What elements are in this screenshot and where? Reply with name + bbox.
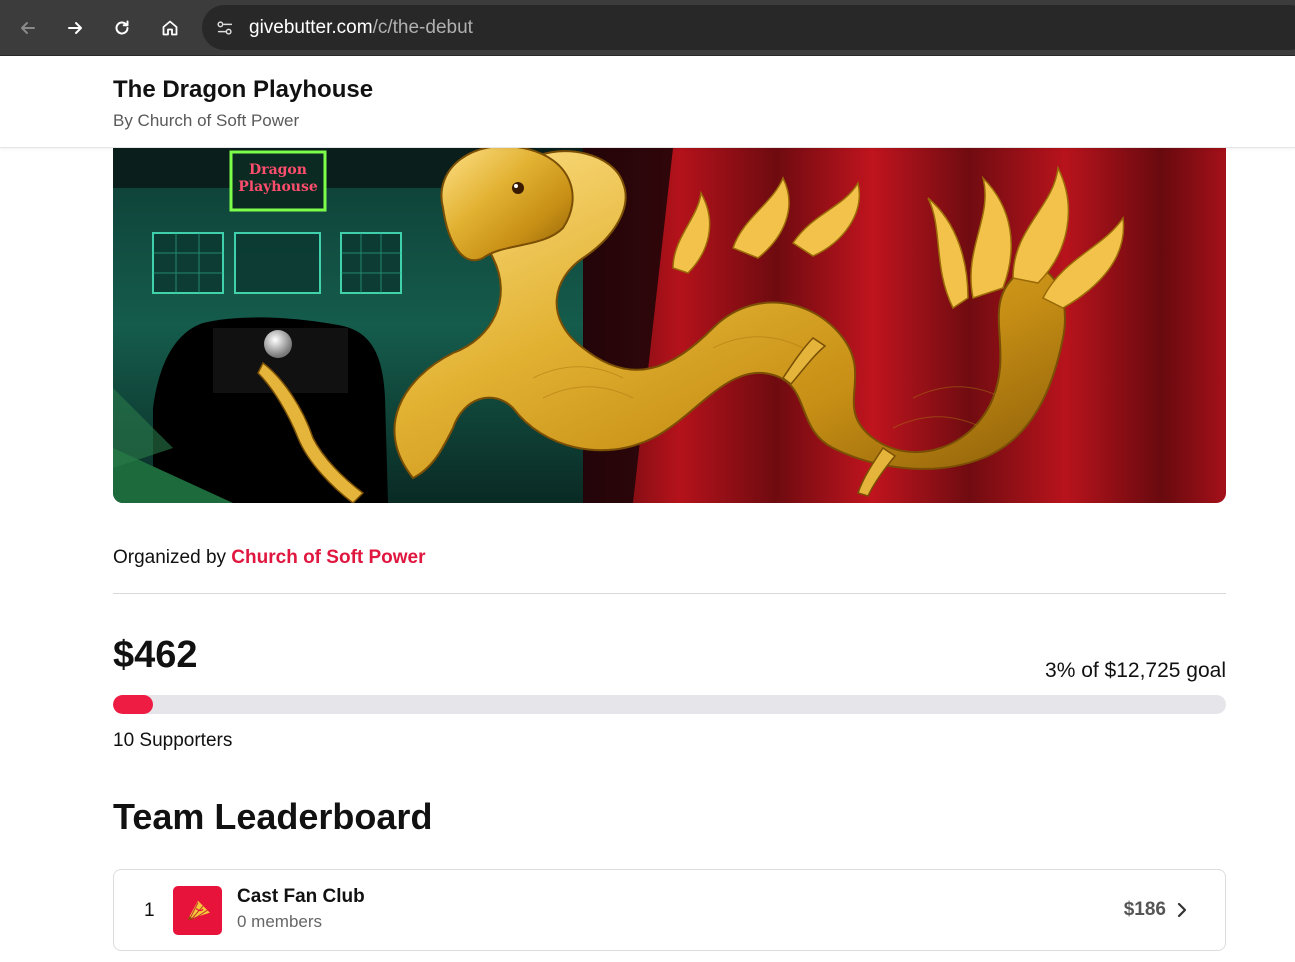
address-bar[interactable]: givebutter.com/c/the-debut [202, 5, 1295, 50]
progress-bar-fill [113, 695, 154, 714]
fan-icon [187, 900, 210, 920]
team-name: Cast Fan Club [237, 886, 365, 907]
chevron-right-icon [1177, 902, 1187, 918]
forward-button[interactable] [55, 8, 95, 48]
organizer-link[interactable]: Church of Soft Power [231, 547, 425, 568]
arrow-left-icon [21, 22, 35, 34]
campaign-header: The Dragon Playhouse By Church of Soft P… [0, 56, 1295, 148]
reload-icon [115, 20, 129, 35]
home-button[interactable] [150, 8, 190, 48]
hero-sign-line2: Playhouse [238, 179, 318, 195]
url-path: /c/the-debut [372, 17, 473, 38]
goal-text: 3% of $12,725 goal [1045, 659, 1226, 682]
campaign-byline: By Church of Soft Power [113, 111, 300, 130]
progress-bar [113, 695, 1226, 714]
home-icon [162, 20, 178, 36]
arrow-right-icon [68, 22, 82, 34]
back-button[interactable] [8, 8, 48, 48]
organizer-prefix: Organized by [113, 547, 227, 568]
divider [113, 593, 1226, 594]
leaderboard-row[interactable]: 1 Cast Fan Club 0 members $186 [113, 869, 1226, 951]
reload-button[interactable] [102, 8, 142, 48]
team-members: 0 members [237, 912, 323, 931]
organizer-line: Organized by Church of Soft Power [113, 547, 426, 569]
browser-toolbar: givebutter.com/c/the-debut [0, 0, 1295, 56]
amount-raised: $462 [113, 634, 198, 676]
supporters-count[interactable]: 10 Supporters [113, 730, 232, 752]
team-amount: $186 [1123, 899, 1166, 920]
leaderboard-title: Team Leaderboard [113, 796, 433, 837]
team-avatar [173, 886, 222, 935]
page-title: The Dragon Playhouse [113, 76, 374, 103]
hero-image: Dragon Playhouse [113, 148, 1226, 503]
hero-sign-line1: Dragon [249, 162, 307, 178]
site-info-icon[interactable] [214, 17, 236, 39]
url-text[interactable]: givebutter.com/c/the-debut [249, 17, 473, 39]
url-domain: givebutter.com [249, 17, 373, 38]
team-rank: 1 [144, 900, 155, 921]
